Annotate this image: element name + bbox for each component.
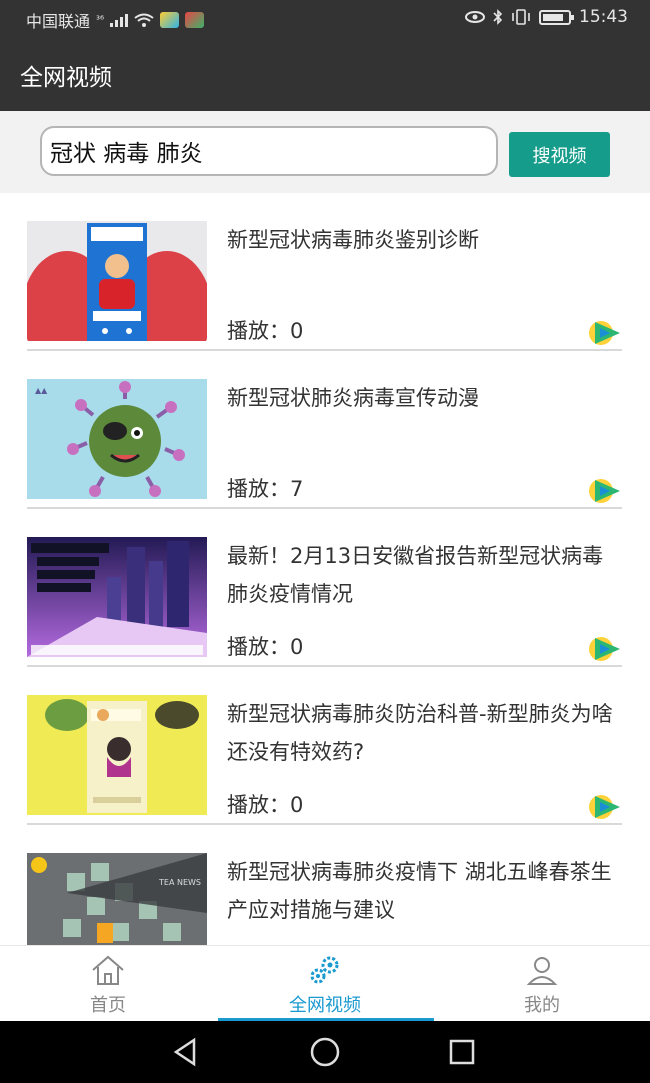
app-badge-icon [160, 12, 180, 28]
user-icon [526, 957, 558, 985]
home-circle-icon[interactable] [308, 1035, 342, 1069]
clock: 15:43 [579, 7, 628, 27]
video-item[interactable]: ▲▲ 新型冠状肺炎病毒宣传动漫 播放：7 [0, 351, 650, 509]
status-bar: 中国联通 ³⁶ 15:43 [0, 0, 650, 36]
video-item[interactable]: TEA NEWS 新型冠状病毒肺炎疫情下 湖北五峰春茶生产应对措施与建议 [0, 825, 650, 945]
play-count: 播放：0 [227, 793, 304, 817]
video-item[interactable]: 新型冠状病毒肺炎防治科普-新型肺炎为啥还没有特效药? 播放：0 [0, 667, 650, 825]
video-thumbnail[interactable] [27, 695, 207, 815]
svg-text:TEA NEWS: TEA NEWS [158, 878, 201, 887]
search-input[interactable] [40, 126, 498, 176]
video-title[interactable]: 最新！2月13日安徽省报告新型冠状病毒肺炎疫情情况 [227, 537, 622, 613]
video-title[interactable]: 新型冠状病毒肺炎疫情下 湖北五峰春茶生产应对措施与建议 [227, 853, 622, 929]
vibrate-icon [512, 9, 530, 25]
bottom-nav: 首页 全网视频 我的 [0, 945, 650, 1022]
app-header: 全网视频 [0, 36, 650, 111]
nav-home[interactable]: 首页 [0, 946, 216, 1022]
video-list: 新型冠状病毒肺炎鉴别诊断 播放：0 ▲▲ 新型冠状肺炎病毒宣传动漫 播放：7 最… [0, 193, 650, 945]
battery-icon [539, 9, 574, 25]
network-type-label: ³⁶ [96, 14, 105, 26]
signal-icon [110, 13, 129, 27]
play-count: 播放：0 [227, 635, 304, 659]
back-icon[interactable] [168, 1035, 202, 1069]
wifi-icon [134, 13, 154, 27]
video-title[interactable]: 新型冠状病毒肺炎鉴别诊断 [227, 221, 622, 259]
gears-icon [310, 956, 339, 984]
video-thumbnail[interactable]: TEA NEWS [27, 853, 207, 945]
video-thumbnail[interactable] [27, 537, 207, 657]
nav-home-label: 首页 [90, 995, 126, 1016]
video-title[interactable]: 新型冠状病毒肺炎防治科普-新型肺炎为啥还没有特效药? [227, 695, 622, 771]
nav-all-videos-label: 全网视频 [289, 995, 361, 1016]
home-icon [92, 955, 124, 985]
video-thumbnail[interactable] [27, 221, 207, 341]
video-thumbnail[interactable]: ▲▲ [27, 379, 207, 499]
video-item[interactable]: 最新！2月13日安徽省报告新型冠状病毒肺炎疫情情况 播放：0 [0, 509, 650, 667]
nav-all-videos[interactable]: 全网视频 [217, 946, 433, 1022]
recents-icon[interactable] [445, 1035, 479, 1069]
play-icon[interactable] [588, 792, 622, 822]
app-badge-icon [185, 12, 205, 28]
nav-mine-label: 我的 [524, 995, 560, 1016]
play-icon[interactable] [588, 318, 622, 348]
search-video-button[interactable]: 搜视频 [509, 132, 610, 177]
play-count: 播放：7 [227, 477, 304, 501]
bluetooth-icon [493, 9, 503, 25]
svg-text:▲▲: ▲▲ [35, 386, 48, 395]
play-count: 播放：0 [227, 319, 304, 343]
search-bar: 搜视频 [0, 111, 650, 193]
system-nav-bar [0, 1021, 650, 1083]
nav-mine[interactable]: 我的 [434, 946, 650, 1022]
eye-icon [465, 11, 485, 23]
video-item[interactable]: 新型冠状病毒肺炎鉴别诊断 播放：0 [0, 193, 650, 351]
carrier-label: 中国联通 [26, 12, 91, 31]
play-icon[interactable] [588, 476, 622, 506]
play-icon[interactable] [588, 634, 622, 664]
video-title[interactable]: 新型冠状肺炎病毒宣传动漫 [227, 379, 622, 417]
page-title: 全网视频 [20, 65, 112, 91]
